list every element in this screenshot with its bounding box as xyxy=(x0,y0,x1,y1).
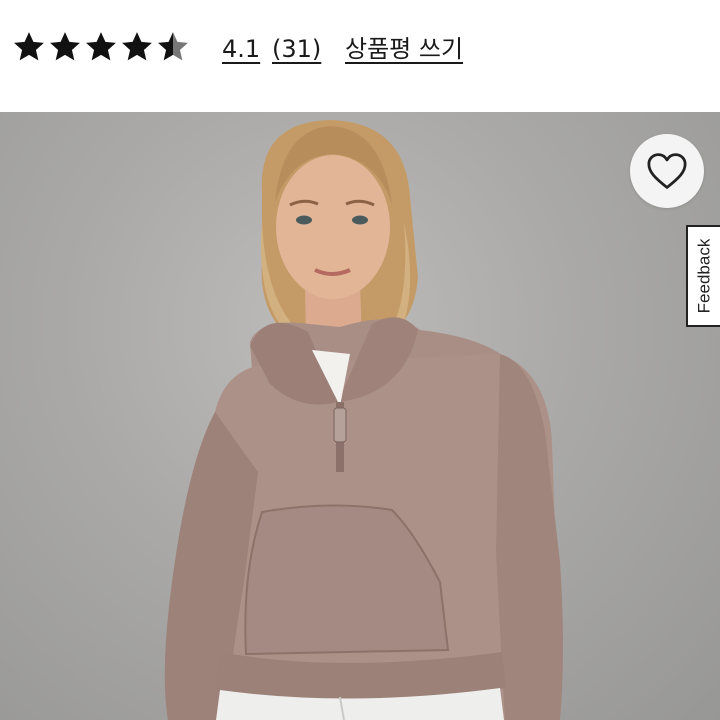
feedback-label: Feedback xyxy=(694,238,714,314)
wishlist-button[interactable] xyxy=(630,134,704,208)
feedback-tab[interactable]: Feedback xyxy=(686,225,720,327)
review-count-link[interactable]: (31) xyxy=(272,34,321,64)
star-rating xyxy=(12,27,190,71)
star-full-icon xyxy=(14,32,44,61)
star-full-icon xyxy=(122,32,152,61)
rating-bar: 4.1 (31) 상품평 쓰기 xyxy=(0,0,720,112)
product-image[interactable]: Feedback xyxy=(0,112,720,720)
write-review-link[interactable]: 상품평 쓰기 xyxy=(345,34,463,64)
star-full-icon xyxy=(86,32,116,61)
star-half-icon xyxy=(158,32,188,61)
star-full-icon xyxy=(50,32,80,61)
heart-outline-icon xyxy=(647,153,687,189)
rating-average-link[interactable]: 4.1 xyxy=(222,34,260,64)
product-photo xyxy=(164,120,563,720)
